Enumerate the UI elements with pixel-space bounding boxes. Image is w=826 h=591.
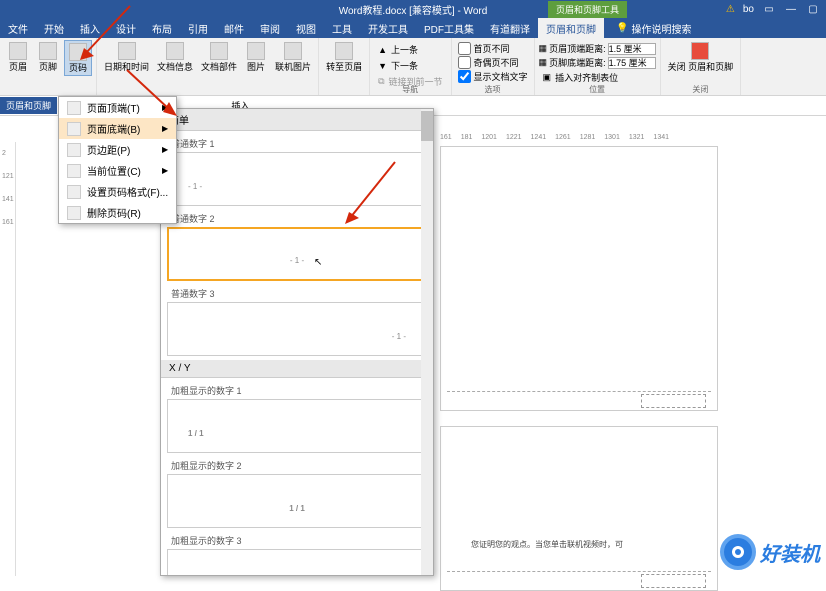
horizontal-ruler[interactable]: 16118112011221124112611281130113211341	[440, 134, 816, 146]
watermark-icon	[720, 534, 756, 570]
tab-file[interactable]: 文件	[0, 18, 36, 38]
diff-odd-even-checkbox[interactable]: 奇偶页不同	[456, 56, 530, 69]
footer-edit-box[interactable]	[641, 394, 706, 408]
tab-layout[interactable]: 布局	[144, 18, 180, 38]
tab-pdf[interactable]: PDF工具集	[416, 18, 482, 38]
menu-item-current[interactable]: 当前位置(C)▶	[59, 160, 176, 181]
position-group-label: 位置	[535, 84, 660, 95]
header-button[interactable]: 页眉	[4, 40, 32, 76]
gallery-item-bold-2[interactable]: 加粗显示的数字 2 1 / 1	[167, 457, 427, 528]
gallery-header-xy: X / Y	[161, 360, 433, 378]
page-1[interactable]	[440, 146, 718, 411]
nav-group-label: 导航	[370, 84, 450, 95]
gallery-item-plain-3[interactable]: 普通数字 3 - 1 -	[167, 285, 427, 356]
options-group-label: 选项	[452, 84, 534, 95]
tell-me-search[interactable]: 💡 操作说明搜索	[616, 18, 691, 38]
section-label: 页眉和页脚	[0, 97, 57, 114]
diff-first-checkbox[interactable]: 首页不同	[456, 42, 530, 55]
footer-distance-input[interactable]: ▦ 页脚底端距离:	[539, 56, 656, 69]
arrow-annotation-2	[125, 68, 185, 128]
close-group-label: 关闭	[661, 84, 741, 95]
tab-youdao[interactable]: 有道翻译	[482, 18, 538, 38]
picture-button[interactable]: 图片	[242, 40, 270, 74]
cursor-icon: ↖	[314, 257, 322, 268]
gallery-header: 简单	[161, 109, 433, 131]
menu-item-remove[interactable]: 删除页码(R)	[59, 202, 176, 223]
page-2[interactable]: 您证明您的观点。当您单击联机视频时，可	[440, 426, 718, 591]
gallery-item-bold-1[interactable]: 加粗显示的数字 1 1 / 1	[167, 382, 427, 453]
show-text-checkbox[interactable]: 显示文档文字	[456, 70, 530, 83]
menu-item-margins[interactable]: 页边距(P)▶	[59, 139, 176, 160]
tab-developer[interactable]: 开发工具	[360, 18, 416, 38]
ribbon-options-icon[interactable]: ▭	[762, 4, 776, 15]
page-text: 您证明您的观点。当您单击联机视频时，可	[471, 539, 623, 550]
menu-item-format[interactable]: 设置页码格式(F)...	[59, 181, 176, 202]
close-header-footer-button[interactable]: 关闭 页眉和页脚	[665, 40, 737, 74]
arrow-annotation-3	[345, 160, 405, 235]
footer-edit-box[interactable]	[641, 574, 706, 588]
prev-section-button[interactable]: ▲ 上一条	[374, 42, 446, 57]
next-section-button[interactable]: ▼ 下一条	[374, 58, 446, 73]
quickparts-button[interactable]: 文档部件	[198, 40, 240, 74]
tab-home[interactable]: 开始	[36, 18, 72, 38]
window-title: Word教程.docx [兼容模式] - Word	[339, 2, 488, 17]
goto-header-button[interactable]: 转至页眉	[323, 40, 365, 74]
insert-align-tab-button[interactable]: ▣ 插入对齐制表位	[539, 70, 656, 85]
tab-header-footer[interactable]: 页眉和页脚	[538, 18, 604, 38]
lightbulb-icon: 💡	[616, 23, 628, 34]
minimize-icon[interactable]: —	[784, 4, 798, 15]
tab-tools[interactable]: 工具	[324, 18, 360, 38]
watermark: 好装机	[720, 534, 820, 570]
tab-mailings[interactable]: 邮件	[216, 18, 252, 38]
vertical-ruler[interactable]: 2121141161	[0, 142, 16, 576]
tab-references[interactable]: 引用	[180, 18, 216, 38]
header-distance-input[interactable]: ▦ 页眉顶端距离:	[539, 42, 656, 55]
user-name[interactable]: bo	[743, 4, 754, 15]
watermark-text: 好装机	[760, 538, 820, 567]
tab-view[interactable]: 视图	[288, 18, 324, 38]
context-tab-title: 页眉和页脚工具	[548, 1, 627, 18]
gallery-item-bold-3[interactable]: 加粗显示的数字 3 1 / 1	[167, 532, 427, 576]
arrow-annotation-1	[80, 4, 140, 69]
tab-review[interactable]: 审阅	[252, 18, 288, 38]
gallery-scrollbar[interactable]	[421, 109, 433, 575]
maximize-icon[interactable]: ▢	[806, 4, 820, 15]
online-picture-button[interactable]: 联机图片	[272, 40, 314, 74]
warning-icon[interactable]: ⚠	[726, 4, 735, 15]
footer-button[interactable]: 页脚	[34, 40, 62, 76]
